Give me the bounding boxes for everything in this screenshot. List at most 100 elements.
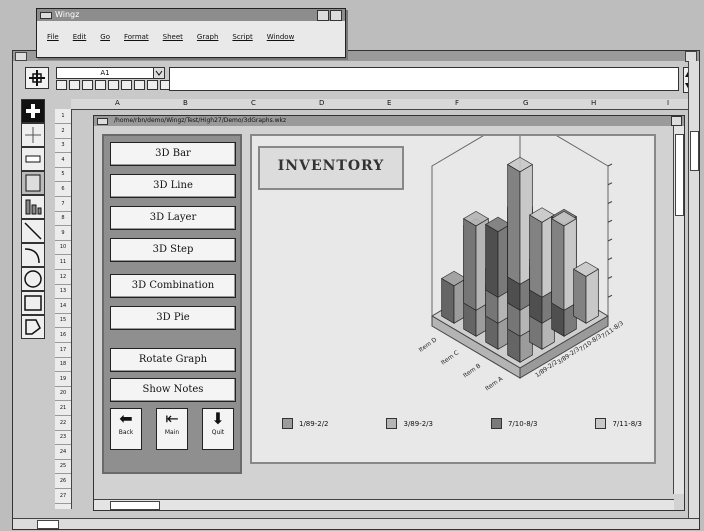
row-header-20[interactable]: 20 <box>55 386 71 402</box>
category-tick-label: Item B <box>462 362 482 379</box>
row-header-9[interactable]: 9 <box>55 226 71 241</box>
row-header-19[interactable]: 19 <box>55 372 71 387</box>
menu-window-title-bar[interactable]: Wingz <box>37 9 345 21</box>
row-header-26[interactable]: 26 <box>55 474 71 489</box>
3d-combination-button[interactable]: 3D Combination <box>110 274 236 298</box>
chart-title: INVENTORY <box>277 158 385 174</box>
document-vertical-scroll-thumb[interactable] <box>675 134 684 216</box>
document-close-box[interactable] <box>97 118 108 125</box>
row-header-23[interactable]: 23 <box>55 430 71 446</box>
menu-sheet[interactable]: Sheet <box>163 33 183 41</box>
rotate-graph-button[interactable]: Rotate Graph <box>110 348 236 372</box>
column-header-b[interactable]: B <box>183 99 188 107</box>
spreadsheet-vertical-scroll-thumb[interactable] <box>690 131 699 171</box>
quit-button[interactable]: ⬇ Quit <box>202 408 234 450</box>
toolbar-button-3[interactable] <box>82 80 93 90</box>
row-header-2[interactable]: 2 <box>55 124 71 139</box>
row-header-8[interactable]: 8 <box>55 211 71 227</box>
formula-input[interactable] <box>169 67 679 91</box>
row-header-1[interactable]: 1 <box>55 109 71 124</box>
cell-reference-dropdown[interactable] <box>153 67 165 79</box>
row-header-5[interactable]: 5 <box>55 167 71 183</box>
column-header-d[interactable]: D <box>319 99 324 107</box>
toolbar-button-2[interactable] <box>69 80 80 90</box>
cell-pointer-tool[interactable] <box>25 67 49 89</box>
toolbar-button-4[interactable] <box>95 80 106 90</box>
row-header-6[interactable]: 6 <box>55 182 71 197</box>
3d-pie-button[interactable]: 3D Pie <box>110 306 236 330</box>
column-header-e[interactable]: E <box>387 99 391 107</box>
tool-line[interactable] <box>21 219 45 243</box>
spreadsheet-horizontal-scrollbar[interactable] <box>13 518 699 529</box>
back-button[interactable]: ⬅ Back <box>110 408 142 450</box>
tool-oval[interactable] <box>21 267 45 291</box>
row-header-13[interactable]: 13 <box>55 284 71 300</box>
document-maximize-button[interactable] <box>671 116 682 126</box>
tool-polygon[interactable] <box>21 315 45 339</box>
row-header-22[interactable]: 22 <box>55 416 71 431</box>
row-header-14[interactable]: 14 <box>55 299 71 314</box>
menu-file[interactable]: File <box>47 33 59 41</box>
menu-graph[interactable]: Graph <box>197 33 218 41</box>
main-button[interactable]: ⇤ Main <box>156 408 188 450</box>
menu-window-maximize-button[interactable] <box>330 10 342 21</box>
menu-window-close-box[interactable] <box>40 12 52 19</box>
3d-bar-button[interactable]: 3D Bar <box>110 142 236 166</box>
3d-step-button[interactable]: 3D Step <box>110 238 236 262</box>
menu-script[interactable]: Script <box>232 33 252 41</box>
column-header-f[interactable]: F <box>455 99 459 107</box>
column-header-a[interactable]: A <box>115 99 120 107</box>
row-header-24[interactable]: 24 <box>55 445 71 460</box>
cell-reference-box[interactable]: A1 <box>56 67 154 79</box>
row-header-18[interactable]: 18 <box>55 357 71 373</box>
tool-field[interactable] <box>21 171 45 195</box>
toolbar-button-5[interactable] <box>108 80 119 90</box>
document-vertical-scrollbar[interactable] <box>673 126 684 494</box>
spreadsheet-close-box[interactable] <box>15 52 27 61</box>
menu-edit[interactable]: Edit <box>73 33 87 41</box>
row-header-17[interactable]: 17 <box>55 343 71 358</box>
row-header-4[interactable]: 4 <box>55 153 71 168</box>
bar-side <box>507 163 521 285</box>
tool-chart[interactable] <box>21 195 45 219</box>
legend-item: 1/89-2/2 <box>282 418 329 429</box>
tool-arc[interactable] <box>21 243 45 267</box>
column-header-h[interactable]: H <box>591 99 596 107</box>
tool-rectangle[interactable] <box>21 291 45 315</box>
bar-chart-icon <box>25 199 42 215</box>
toolbar-button-7[interactable] <box>134 80 145 90</box>
column-header-g[interactable]: G <box>523 99 528 107</box>
document-title-bar[interactable]: /home/rbn/demo/Wingz/Test/High27/Demo/3d… <box>94 116 684 126</box>
row-header-16[interactable]: 16 <box>55 328 71 343</box>
spreadsheet-horizontal-scroll-thumb[interactable] <box>37 520 59 529</box>
toolbar-button-8[interactable] <box>147 80 158 90</box>
show-notes-button[interactable]: Show Notes <box>110 378 236 402</box>
row-header-12[interactable]: 12 <box>55 270 71 285</box>
3d-line-button[interactable]: 3D Line <box>110 174 236 198</box>
row-header-11[interactable]: 11 <box>55 255 71 270</box>
row-header-7[interactable]: 7 <box>55 197 71 212</box>
toolbar-button-6[interactable] <box>121 80 132 90</box>
chart-panel[interactable]: Item A Item B Item C Item D 1/89-2/2 3/89-2/3… <box>250 134 656 464</box>
row-header-27[interactable]: 27 <box>55 489 71 504</box>
menu-go[interactable]: Go <box>100 33 110 41</box>
toolbar-button-1[interactable] <box>56 80 67 90</box>
row-header-3[interactable]: 3 <box>55 138 71 154</box>
document-horizontal-scrollbar[interactable] <box>94 499 674 510</box>
row-header-10[interactable]: 10 <box>55 240 71 256</box>
column-header-i[interactable]: I <box>667 99 669 107</box>
document-horizontal-scroll-thumb[interactable] <box>110 501 160 510</box>
z-axis-tick <box>607 182 613 186</box>
tool-button[interactable] <box>21 147 45 171</box>
column-header-c[interactable]: C <box>251 99 256 107</box>
menu-window-minimize-button[interactable] <box>317 10 329 21</box>
row-header-15[interactable]: 15 <box>55 313 71 329</box>
spreadsheet-vertical-scrollbar[interactable] <box>688 61 699 519</box>
row-header-25[interactable]: 25 <box>55 459 71 475</box>
3d-layer-button[interactable]: 3D Layer <box>110 206 236 230</box>
tool-plus[interactable] <box>21 99 45 123</box>
tool-crosshair[interactable] <box>21 123 45 147</box>
menu-format[interactable]: Format <box>124 33 149 41</box>
row-header-21[interactable]: 21 <box>55 401 71 416</box>
menu-window[interactable]: Window <box>267 33 295 41</box>
